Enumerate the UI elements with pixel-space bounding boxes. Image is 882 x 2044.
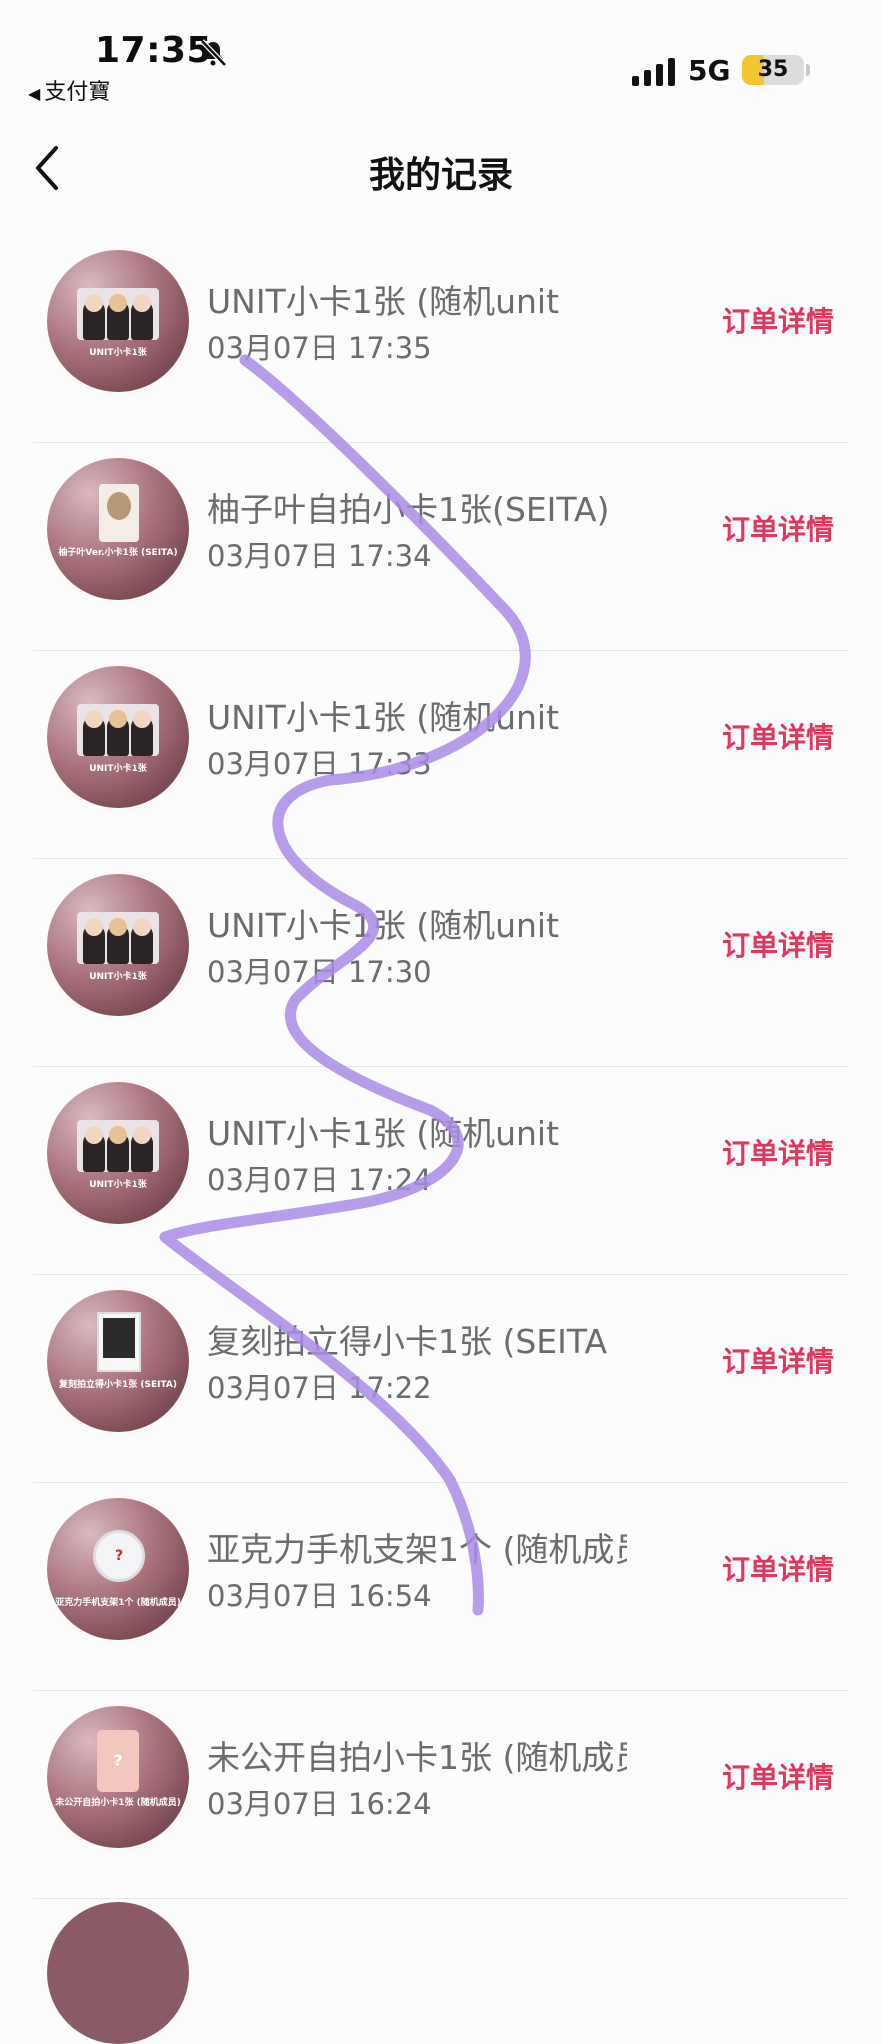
record-title: 未公开自拍小卡1张 (随机成员): [207, 1738, 627, 1777]
record-time: 03月07日 17:33: [207, 747, 432, 781]
record-row[interactable]: UNIT小卡1张 UNIT小卡1张 (随机unit 03月07日 17:24 订…: [0, 1067, 882, 1275]
record-row[interactable]: 柚子叶Ver.小卡1张 (SEITA) 柚子叶自拍小卡1张(SEITA) 03月…: [0, 443, 882, 651]
battery-icon: 35: [742, 55, 804, 85]
record-list: UNIT小卡1张 UNIT小卡1张 (随机unit 03月07日 17:35 订…: [0, 235, 882, 1899]
photo-card-image: [77, 1120, 159, 1172]
record-row[interactable]: UNIT小卡1张 UNIT小卡1张 (随机unit 03月07日 17:33 订…: [0, 651, 882, 859]
battery-percent: 35: [757, 57, 789, 82]
record-time: 03月07日 16:54: [207, 1579, 432, 1613]
order-detail-link[interactable]: 订单详情: [722, 924, 834, 964]
thumbnail-caption: 亚克力手机支架1个 (随机成员): [55, 1598, 181, 1608]
thumbnail-caption: UNIT小卡1张: [89, 972, 147, 982]
order-detail-link[interactable]: 订单详情: [722, 1548, 834, 1588]
signal-icon: [632, 58, 675, 86]
record-row[interactable]: 复刻拍立得小卡1张 (SEITA) 复刻拍立得小卡1张 (SEITA 03月07…: [0, 1275, 882, 1483]
photo-card-image: [77, 704, 159, 756]
record-thumbnail: UNIT小卡1张: [47, 666, 189, 808]
record-title: UNIT小卡1张 (随机unit: [207, 1114, 560, 1153]
thumbnail-caption: UNIT小卡1张: [89, 1180, 147, 1190]
selfie-card-image: [99, 484, 139, 542]
record-time: 03月07日 17:22: [207, 1371, 432, 1405]
polaroid-card-image: [97, 1312, 141, 1372]
record-time: 03月07日 16:24: [207, 1787, 432, 1821]
record-time: 03月07日 17:35: [207, 331, 432, 365]
thumbnail-caption: UNIT小卡1张: [89, 764, 147, 774]
clock: 17:35: [95, 30, 213, 71]
order-detail-link[interactable]: 订单详情: [722, 300, 834, 340]
record-thumbnail: ? 未公开自拍小卡1张 (随机成员): [47, 1706, 189, 1848]
back-app-label: 支付寶: [44, 80, 111, 105]
record-title: 柚子叶自拍小卡1张(SEITA): [207, 490, 610, 529]
divider: [33, 1898, 849, 1899]
thumbnail-caption: 柚子叶Ver.小卡1张 (SEITA): [58, 548, 178, 558]
thumbnail-caption: 未公开自拍小卡1张 (随机成员): [55, 1798, 181, 1808]
mystery-card-image: ?: [97, 1730, 139, 1792]
record-time: 03月07日 17:30: [207, 955, 432, 989]
record-thumbnail: 复刻拍立得小卡1张 (SEITA): [47, 1290, 189, 1432]
photo-card-image: [77, 288, 159, 340]
thumbnail-caption: UNIT小卡1张: [89, 348, 147, 358]
record-thumbnail: UNIT小卡1张: [47, 250, 189, 392]
record-thumbnail: UNIT小卡1张: [47, 1082, 189, 1224]
page-title: 我的记录: [368, 155, 513, 196]
record-thumbnail: ? 亚克力手机支架1个 (随机成员): [47, 1498, 189, 1640]
order-detail-link[interactable]: 订单详情: [722, 1132, 834, 1172]
nav-bar: 我的记录: [0, 120, 882, 216]
status-bar: 17:35 ◀ 支付寶 5G 35: [0, 0, 882, 110]
record-row[interactable]: ? 未公开自拍小卡1张 (随机成员) 未公开自拍小卡1张 (随机成员) 03月0…: [0, 1691, 882, 1899]
record-time: 03月07日 17:34: [207, 539, 432, 573]
back-to-app-link[interactable]: ◀ 支付寶: [28, 74, 110, 106]
back-triangle-icon: ◀: [28, 84, 41, 103]
next-record-thumbnail: [47, 1902, 189, 2044]
photo-card-image: [77, 912, 159, 964]
record-thumbnail: 柚子叶Ver.小卡1张 (SEITA): [47, 458, 189, 600]
record-title: UNIT小卡1张 (随机unit: [207, 282, 560, 321]
record-row[interactable]: UNIT小卡1张 UNIT小卡1张 (随机unit 03月07日 17:30 订…: [0, 859, 882, 1067]
order-detail-link[interactable]: 订单详情: [722, 716, 834, 756]
record-row[interactable]: UNIT小卡1张 UNIT小卡1张 (随机unit 03月07日 17:35 订…: [0, 235, 882, 443]
record-row[interactable]: ? 亚克力手机支架1个 (随机成员) 亚克力手机支架1个 (随机成员) 03月0…: [0, 1483, 882, 1691]
record-title: 亚克力手机支架1个 (随机成员): [207, 1530, 627, 1569]
record-thumbnail: UNIT小卡1张: [47, 874, 189, 1016]
record-time: 03月07日 17:24: [207, 1163, 432, 1197]
order-detail-link[interactable]: 订单详情: [722, 1340, 834, 1380]
phone-grip-image: ?: [93, 1530, 145, 1582]
thumbnail-caption: 复刻拍立得小卡1张 (SEITA): [58, 1380, 177, 1390]
record-title: UNIT小卡1张 (随机unit: [207, 698, 560, 737]
battery-cap: [806, 64, 810, 76]
record-title: UNIT小卡1张 (随机unit: [207, 906, 560, 945]
network-type: 5G: [688, 54, 731, 87]
order-detail-link[interactable]: 订单详情: [722, 508, 834, 548]
order-detail-link[interactable]: 订单详情: [722, 1756, 834, 1796]
bell-slash-icon: [200, 39, 227, 67]
record-title: 复刻拍立得小卡1张 (SEITA: [207, 1322, 608, 1361]
